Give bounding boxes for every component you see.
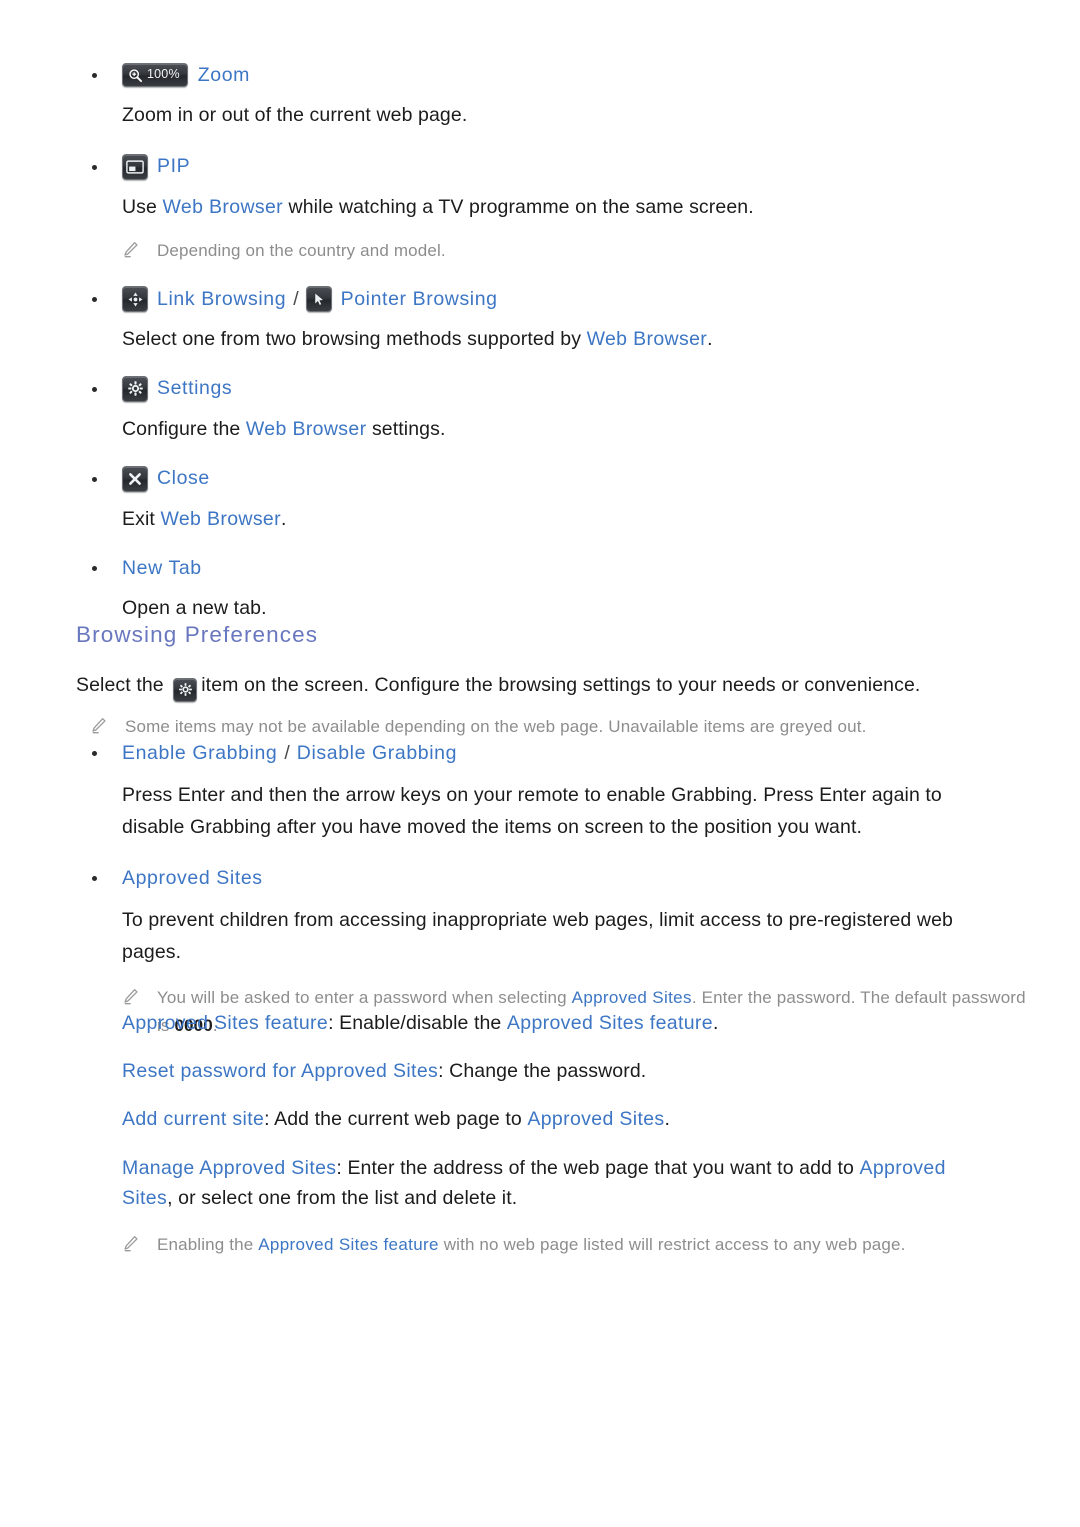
preference-item-approved-sites-label: Approved Sites: [122, 866, 263, 889]
option-approved-sites-feature[interactable]: Approved Sites feature: Enable/disable t…: [122, 1008, 1022, 1038]
pencil-icon: [122, 237, 144, 266]
menu-item-pointer-browsing-label: Pointer Browsing: [340, 287, 498, 310]
pointer-icon: [305, 286, 332, 313]
option-reset-password[interactable]: Reset password for Approved Sites: Chang…: [122, 1056, 1022, 1086]
preference-item-approved-sites[interactable]: Approved Sites: [0, 865, 1080, 891]
inline-link-approved-sites-feature[interactable]: Approved Sites feature: [258, 1235, 439, 1254]
menu-item-close-label: Close: [157, 467, 210, 489]
preference-item-grabbing[interactable]: Enable Grabbing / Disable Grabbing: [0, 740, 1080, 766]
intro-before-icon: Select the: [76, 674, 170, 696]
dpad-icon: [122, 286, 148, 313]
option-manage-approved-sites[interactable]: Manage Approved Sites: Enter the address…: [122, 1153, 1002, 1213]
menu-item-settings[interactable]: Settings: [0, 375, 1080, 402]
pip-icon: [122, 153, 148, 180]
zoom-icon: 100%: [122, 63, 188, 87]
close-icon: [122, 465, 148, 492]
menu-item-pip-description: Use Web Browser while watching a TV prog…: [122, 195, 754, 218]
gear-icon: [122, 375, 148, 402]
inline-link-web-browser[interactable]: Web Browser: [246, 418, 367, 440]
section-title-browsing-preferences: Browsing Preferences: [76, 622, 319, 647]
menu-item-new-tab-label: New Tab: [122, 556, 202, 579]
menu-item-new-tab-description: Open a new tab.: [122, 597, 267, 620]
inline-link-approved-sites[interactable]: Approved Sites: [572, 988, 692, 1007]
bullet-dot: [92, 73, 97, 78]
option-label[interactable]: Add current site: [122, 1108, 264, 1130]
option-label[interactable]: Manage Approved Sites: [122, 1157, 336, 1179]
menu-item-pip-label: PIP: [157, 155, 191, 178]
help-page: 100% Zoom Zoom in or out of the current …: [0, 0, 1080, 1527]
preferences-list: Enable Grabbing / Disable Grabbing Press…: [0, 740, 1080, 1039]
preference-item-enable-grabbing-label: Enable Grabbing: [122, 741, 278, 764]
bullet-dot: [92, 164, 97, 170]
inline-link-approved-sites-feature[interactable]: Approved Sites feature: [507, 1012, 713, 1034]
note-browsing-preferences: Some items may not be available dependin…: [90, 713, 1036, 742]
browsing-preferences-intro-text: Select the item on the screen. Configure…: [76, 670, 1036, 702]
bullet-dot: [92, 297, 97, 303]
menu-item-zoom-description: Zoom in or out of the current web page.: [122, 104, 468, 126]
intro-after-icon: item on the screen. Configure the browsi…: [201, 674, 921, 696]
menu-item-close-description: Exit Web Browser.: [122, 507, 287, 530]
note-pip: Depending on the country and model.: [122, 237, 1080, 266]
preference-item-approved-sites-description: To prevent children from accessing inapp…: [122, 909, 953, 963]
menu-item-zoom-label: Zoom: [197, 63, 251, 86]
inline-link-web-browser[interactable]: Web Browser: [163, 196, 284, 218]
bullet-dot: [92, 751, 97, 756]
zoom-icon-label: 100%: [147, 67, 180, 82]
preference-item-disable-grabbing-label: Disable Grabbing: [296, 741, 458, 764]
inline-link-web-browser[interactable]: Web Browser: [587, 328, 708, 350]
menu-item-new-tab[interactable]: New Tab: [0, 555, 1080, 581]
note-browsing-preferences-text: Some items may not be available dependin…: [125, 716, 867, 736]
menu-item-close[interactable]: Close: [0, 465, 1080, 492]
inline-link-approved-sites[interactable]: Approved Sites: [527, 1108, 664, 1130]
note-pip-text: Depending on the country and model.: [157, 241, 446, 261]
option-label[interactable]: Approved Sites feature: [122, 1012, 328, 1034]
menu-item-zoom[interactable]: 100% Zoom: [0, 62, 1080, 88]
option-label[interactable]: Reset password for Approved Sites: [122, 1060, 438, 1082]
option-add-current-site[interactable]: Add current site: Add the current web pa…: [122, 1104, 1022, 1134]
pencil-icon: [122, 1231, 144, 1260]
note-approved-sites-feature-text: Enabling the Approved Sites feature with…: [157, 1235, 906, 1255]
browsing-preferences-intro: Select the item on the screen. Configure…: [76, 670, 1036, 742]
bullet-dot: [92, 386, 97, 392]
note-approved-sites-feature: Enabling the Approved Sites feature with…: [122, 1231, 1022, 1260]
menu-item-browsing-mode-description: Select one from two browsing methods sup…: [122, 328, 713, 351]
browser-menu-list: 100% Zoom Zoom in or out of the current …: [0, 62, 1080, 625]
inline-link-web-browser[interactable]: Web Browser: [160, 508, 281, 530]
bullet-dot: [92, 876, 97, 882]
approved-sites-options: Approved Sites feature: Enable/disable t…: [122, 1008, 1022, 1260]
label-separator: /: [293, 287, 299, 310]
menu-item-settings-description: Configure the Web Browser settings.: [122, 417, 446, 440]
menu-item-browsing-mode[interactable]: Link Browsing / Pointer Browsing: [0, 286, 1080, 313]
menu-item-settings-label: Settings: [157, 377, 233, 400]
gear-icon: [173, 677, 198, 702]
bullet-dot: [92, 566, 97, 572]
label-separator: /: [284, 741, 290, 764]
menu-item-link-browsing-label: Link Browsing: [157, 287, 287, 310]
menu-item-pip[interactable]: PIP: [0, 153, 1080, 180]
preference-item-grabbing-description: Press Enter and then the arrow keys on y…: [122, 784, 942, 838]
bullet-dot: [92, 476, 97, 482]
pencil-icon: [90, 713, 112, 742]
